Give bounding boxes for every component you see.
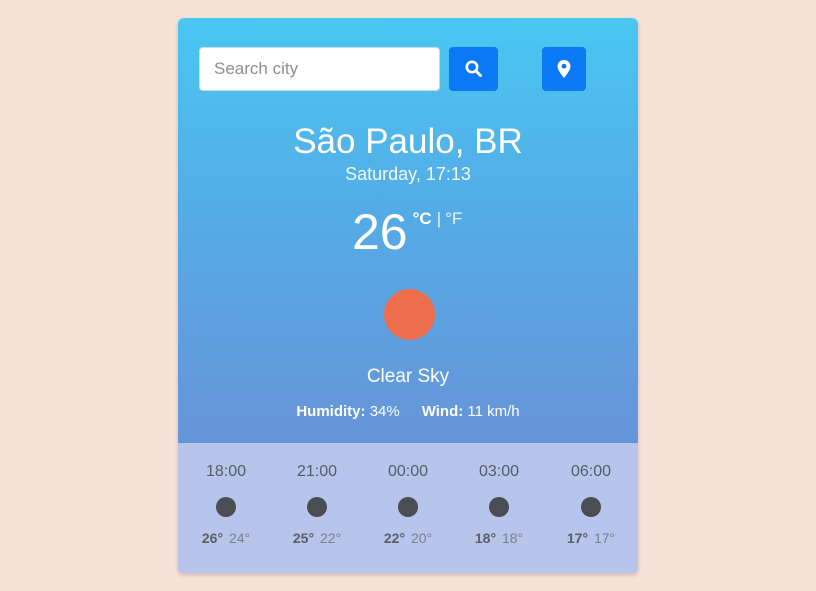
humidity-value: 34% xyxy=(369,403,400,420)
forecast-item: 00:00 22° 20° xyxy=(368,463,448,546)
weather-details: Humidity: 34% Wind: 11 km/h xyxy=(178,403,638,420)
forecast-min: 20° xyxy=(410,530,433,546)
forecast-item: 03:00 18° 18° xyxy=(459,463,539,546)
forecast-time: 00:00 xyxy=(387,463,429,480)
city-name: São Paulo, BR xyxy=(293,122,523,161)
weather-icon xyxy=(307,497,327,517)
celsius-toggle[interactable]: °C xyxy=(413,209,432,229)
weather-icon xyxy=(581,497,601,517)
search-icon xyxy=(465,60,482,77)
search-button[interactable] xyxy=(449,47,498,91)
weather-card: São Paulo, BR Saturday, 17:13 26 °C | °F… xyxy=(178,18,638,573)
forecast-max: 22° xyxy=(383,530,406,546)
forecast-time: 03:00 xyxy=(478,463,520,480)
forecast-item: 18:00 26° 24° xyxy=(186,463,266,546)
forecast-item: 21:00 25° 22° xyxy=(277,463,357,546)
weather-description: Clear Sky xyxy=(366,366,450,387)
forecast-max: 18° xyxy=(474,530,497,546)
forecast-temps: 18° 18° xyxy=(459,530,539,546)
page: São Paulo, BR Saturday, 17:13 26 °C | °F… xyxy=(0,0,816,591)
forecast-time: 18:00 xyxy=(205,463,247,480)
weather-icon xyxy=(489,497,509,517)
weather-icon xyxy=(398,497,418,517)
fahrenheit-toggle[interactable]: °F xyxy=(445,209,462,229)
forecast-min: 18° xyxy=(501,530,524,546)
humidity-label: Humidity: xyxy=(296,403,366,420)
forecast-max: 25° xyxy=(292,530,315,546)
forecast-time: 21:00 xyxy=(296,463,338,480)
temperature-value: 26 xyxy=(352,204,408,260)
unit-separator: | xyxy=(436,209,442,228)
forecast-temps: 25° 22° xyxy=(277,530,357,546)
forecast-temps: 26° 24° xyxy=(186,530,266,546)
forecast-item: 06:00 17° 17° xyxy=(551,463,631,546)
date-time: Saturday, 17:13 xyxy=(345,164,471,184)
wind-label: Wind: xyxy=(421,403,464,420)
forecast-temps: 17° 17° xyxy=(551,530,631,546)
current-location-button[interactable] xyxy=(542,47,586,91)
forecast-max: 26° xyxy=(201,530,224,546)
humidity: Humidity: 34% xyxy=(296,403,399,420)
forecast-time: 06:00 xyxy=(570,463,612,480)
forecast-min: 17° xyxy=(593,530,616,546)
forecast-temps: 22° 20° xyxy=(368,530,448,546)
forecast-max: 17° xyxy=(566,530,589,546)
forecast-min: 22° xyxy=(319,530,342,546)
search-input[interactable] xyxy=(199,47,440,91)
map-pin-icon xyxy=(557,60,571,78)
sun-icon xyxy=(384,289,435,340)
temperature-display: 26 °C | °F xyxy=(352,204,462,264)
forecast-strip: 18:00 26° 24° 21:00 25° 22° 00:00 22° 20… xyxy=(178,443,638,573)
current-weather-panel: São Paulo, BR Saturday, 17:13 26 °C | °F… xyxy=(178,18,638,443)
weather-icon xyxy=(216,497,236,517)
forecast-min: 24° xyxy=(228,530,251,546)
wind-value: 11 km/h xyxy=(467,403,520,420)
wind: Wind: 11 km/h xyxy=(422,403,520,420)
